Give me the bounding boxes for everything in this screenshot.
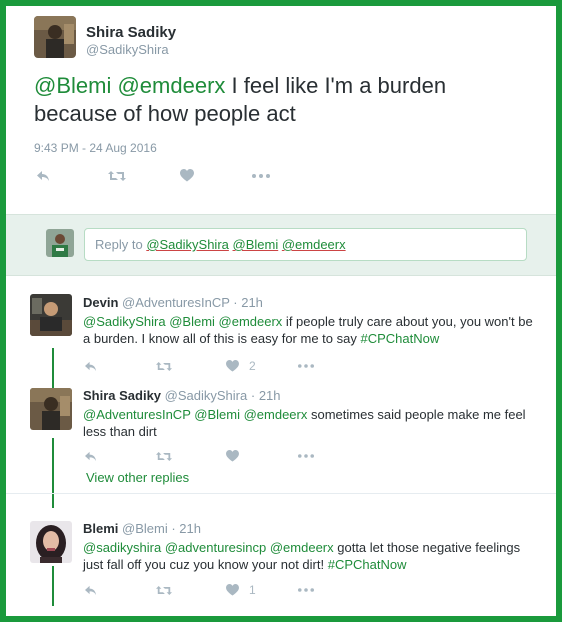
reply-header: Shira Sadiky @SadikyShira · 21h — [83, 388, 281, 403]
more-button[interactable] — [298, 364, 338, 368]
more-icon — [252, 173, 270, 178]
divider — [6, 493, 556, 494]
mention-link[interactable]: @Blemi — [194, 407, 240, 422]
separator: · — [247, 388, 259, 403]
mention-link[interactable]: @emdeerx — [244, 407, 308, 422]
mention-link[interactable]: @emdeerx — [117, 73, 225, 98]
more-button[interactable] — [298, 454, 338, 458]
avatar[interactable] — [30, 294, 72, 336]
reply-tweet[interactable]: Blemi @Blemi · 21h @sadikyshira @adventu… — [6, 511, 556, 611]
reply-icon — [85, 451, 96, 461]
hashtag-link[interactable]: #CPChatNow — [328, 557, 407, 572]
avatar[interactable] — [34, 16, 76, 58]
reply-actions: 1 — [84, 583, 338, 597]
mention-link[interactable]: @adventuresincp — [165, 540, 266, 555]
reply-button[interactable] — [36, 170, 108, 182]
reply-text: @SadikyShira @Blemi @emdeerx if people t… — [83, 313, 543, 347]
reply-author-handle[interactable]: @Blemi — [122, 521, 168, 536]
reply-input[interactable]: Reply to @SadikyShira @Blemi @emdeerx — [84, 228, 527, 261]
more-icon — [298, 588, 314, 592]
heart-icon — [226, 360, 239, 372]
like-button[interactable]: 2 — [226, 359, 298, 373]
main-tweet: Shira Sadiky @SadikyShira @Blemi @emdeer… — [6, 6, 556, 220]
reply-header: Devin @AdventuresInCP · 21h — [83, 295, 263, 310]
mention-link[interactable]: @emdeerx — [219, 314, 283, 329]
reply-mention: @Blemi — [232, 237, 279, 252]
reply-actions — [84, 450, 338, 462]
author-handle[interactable]: @SadikyShira — [86, 42, 169, 57]
reply-button[interactable] — [84, 451, 156, 462]
view-other-replies-link[interactable]: View other replies — [86, 470, 189, 485]
like-count: 2 — [249, 359, 256, 373]
reply-button[interactable] — [84, 585, 156, 596]
tweet-timestamp[interactable]: 9:43 PM - 24 Aug 2016 — [34, 141, 157, 155]
mention-link[interactable]: @AdventuresInCP — [83, 407, 191, 422]
retweet-icon — [156, 451, 172, 461]
mention-link[interactable]: @Blemi — [34, 73, 111, 98]
reply-time[interactable]: 21h — [241, 295, 263, 310]
tweet-text: @Blemi @emdeerx I feel like I'm a burden… — [34, 72, 534, 128]
like-count: 1 — [249, 583, 256, 597]
reply-author-handle[interactable]: @AdventuresInCP — [122, 295, 230, 310]
mention-link[interactable]: @sadikyshira — [83, 540, 161, 555]
mention-link[interactable]: @SadikyShira — [83, 314, 166, 329]
retweet-button[interactable] — [156, 451, 226, 462]
avatar[interactable] — [30, 521, 72, 563]
like-button[interactable] — [226, 450, 298, 462]
reply-author-name[interactable]: Blemi — [83, 521, 118, 536]
more-button[interactable] — [298, 588, 338, 592]
tweet-actions — [36, 169, 292, 182]
reply-header: Blemi @Blemi · 21h — [83, 521, 201, 536]
more-icon — [298, 454, 314, 458]
reply-author-handle[interactable]: @SadikyShira — [165, 388, 248, 403]
hashtag-link[interactable]: #CPChatNow — [360, 331, 439, 346]
more-button[interactable] — [252, 173, 292, 178]
reply-text: @AdventuresInCP @Blemi @emdeerx sometime… — [83, 406, 543, 440]
mention-link[interactable]: @emdeerx — [270, 540, 334, 555]
retweet-icon — [156, 361, 172, 371]
separator: · — [229, 295, 242, 310]
heart-icon — [180, 169, 194, 182]
reply-tweet[interactable]: Devin @AdventuresInCP · 21h @SadikyShira… — [6, 284, 556, 384]
reply-time[interactable]: 21h — [259, 388, 281, 403]
reply-mention: @SadikyShira — [146, 237, 229, 252]
reply-text: @sadikyshira @adventuresincp @emdeerx go… — [83, 539, 543, 573]
retweet-icon — [108, 170, 126, 181]
author-name[interactable]: Shira Sadiky — [86, 24, 176, 41]
like-button[interactable]: 1 — [226, 583, 298, 597]
reply-time[interactable]: 21h — [179, 521, 201, 536]
reply-icon — [85, 585, 96, 595]
reply-prefix: Reply to — [95, 237, 147, 252]
mention-link[interactable]: @Blemi — [169, 314, 215, 329]
more-icon — [298, 364, 314, 368]
separator: · — [167, 521, 180, 536]
heart-icon — [226, 584, 239, 596]
reply-actions: 2 — [84, 359, 338, 373]
retweet-button[interactable] — [156, 585, 226, 596]
retweet-button[interactable] — [156, 361, 226, 372]
avatar[interactable] — [30, 388, 72, 430]
tweet-detail-panel: Shira Sadiky @SadikyShira @Blemi @emdeer… — [6, 6, 556, 616]
reply-icon — [85, 361, 96, 371]
retweet-button[interactable] — [108, 170, 180, 182]
reply-icon — [37, 170, 49, 181]
current-user-avatar — [46, 229, 74, 257]
reply-compose-area: Reply to @SadikyShira @Blemi @emdeerx — [6, 214, 556, 276]
retweet-icon — [156, 585, 172, 595]
reply-mention: @emdeerx — [281, 237, 346, 252]
reply-button[interactable] — [84, 361, 156, 372]
heart-icon — [226, 450, 239, 462]
reply-author-name[interactable]: Devin — [83, 295, 118, 310]
like-button[interactable] — [180, 169, 252, 182]
reply-author-name[interactable]: Shira Sadiky — [83, 388, 161, 403]
